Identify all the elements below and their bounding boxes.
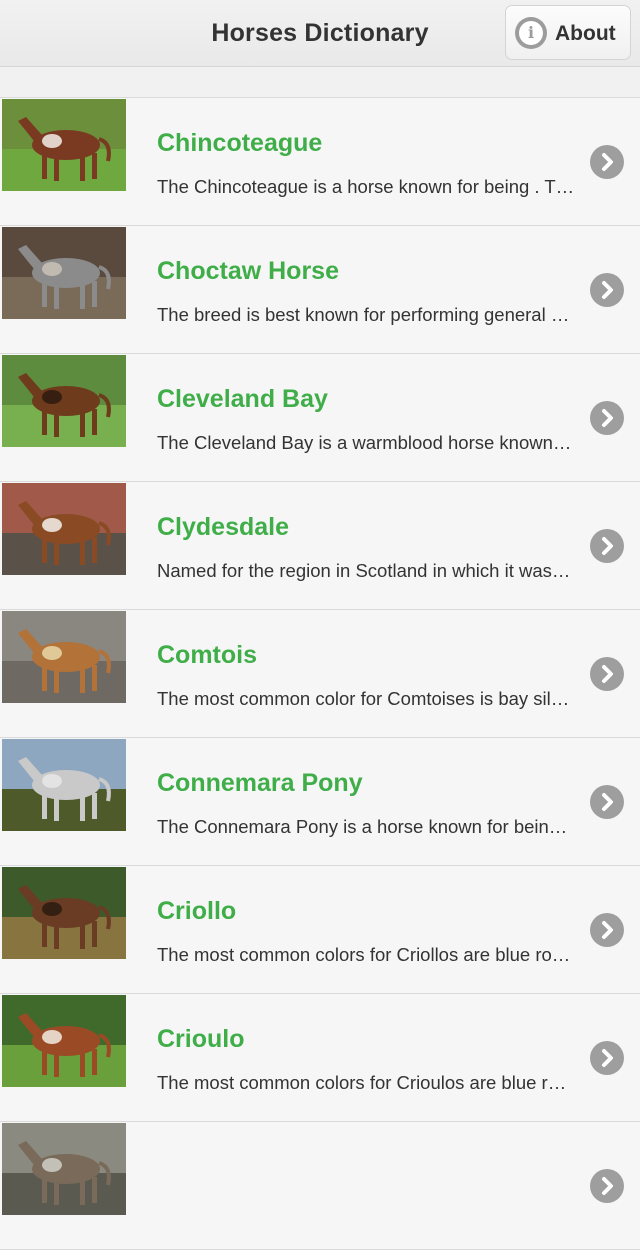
list-item[interactable]: Crioulo The most common colors for Crioul… bbox=[0, 994, 640, 1122]
horse-thumbnail bbox=[2, 1123, 126, 1215]
list-item[interactable]: Connemara Pony The Connemara Pony is a ho… bbox=[0, 738, 640, 866]
horse-name: Cleveland Bay bbox=[157, 385, 328, 413]
horse-thumbnail bbox=[2, 483, 126, 575]
list-item[interactable]: Comtois The most common color for Comtois… bbox=[0, 610, 640, 738]
list-item[interactable]: Criollo The most common colors for Crioll… bbox=[0, 866, 640, 994]
horse-list: Chincoteague The Chincoteague is a horse … bbox=[0, 97, 640, 1250]
list-item[interactable] bbox=[0, 1122, 640, 1250]
chevron-right-icon[interactable] bbox=[590, 273, 624, 307]
chevron-right-icon[interactable] bbox=[590, 1169, 624, 1203]
chevron-right-icon[interactable] bbox=[590, 785, 624, 819]
horse-thumbnail bbox=[2, 99, 126, 191]
horse-description: The Cleveland Bay is a warmblood horse k… bbox=[157, 432, 572, 453]
horse-description: The Chincoteague is a horse known for be… bbox=[157, 176, 575, 197]
chevron-right-icon[interactable] bbox=[590, 1041, 624, 1075]
horse-description: Named for the region in Scotland in whic… bbox=[157, 560, 575, 581]
horse-thumbnail bbox=[2, 227, 126, 319]
horse-name: Comtois bbox=[157, 641, 257, 669]
horse-name: Crioulo bbox=[157, 1025, 245, 1053]
horse-name: Clydesdale bbox=[157, 513, 290, 541]
horse-description: The most common color for Comtoises is b… bbox=[157, 688, 570, 709]
chevron-right-icon[interactable] bbox=[590, 145, 624, 179]
chevron-right-icon[interactable] bbox=[590, 401, 624, 435]
list-item[interactable]: Choctaw Horse The breed is best known for… bbox=[0, 226, 640, 354]
horse-name: Criollo bbox=[157, 897, 237, 925]
horse-name: Choctaw Horse bbox=[157, 257, 339, 285]
chevron-right-icon[interactable] bbox=[590, 657, 624, 691]
list-item[interactable]: Chincoteague The Chincoteague is a horse … bbox=[0, 98, 640, 226]
horse-name: Connemara Pony bbox=[157, 769, 363, 797]
horse-name: Chincoteague bbox=[157, 129, 323, 157]
horse-thumbnail bbox=[2, 739, 126, 831]
about-button[interactable]: i About bbox=[505, 5, 631, 60]
list-item[interactable]: Cleveland Bay The Cleveland Bay is a warm… bbox=[0, 354, 640, 482]
chevron-right-icon[interactable] bbox=[590, 913, 624, 947]
horse-description: The Connemara Pony is a horse known for … bbox=[157, 816, 568, 837]
horse-thumbnail bbox=[2, 867, 126, 959]
info-icon: i bbox=[515, 17, 547, 49]
horse-description: The most common colors for Criollos are … bbox=[157, 944, 571, 965]
chevron-right-icon[interactable] bbox=[590, 529, 624, 563]
horse-thumbnail bbox=[2, 355, 126, 447]
nav-bar: Horses Dictionary i About bbox=[0, 0, 640, 67]
horse-description: The most common colors for Crioulos are … bbox=[157, 1072, 567, 1093]
list-item[interactable]: Clydesdale Named for the region in Scotla… bbox=[0, 482, 640, 610]
horse-thumbnail bbox=[2, 995, 126, 1087]
horse-thumbnail bbox=[2, 611, 126, 703]
about-button-label: About bbox=[555, 22, 616, 45]
horse-description: The breed is best known for performing g… bbox=[157, 304, 575, 325]
